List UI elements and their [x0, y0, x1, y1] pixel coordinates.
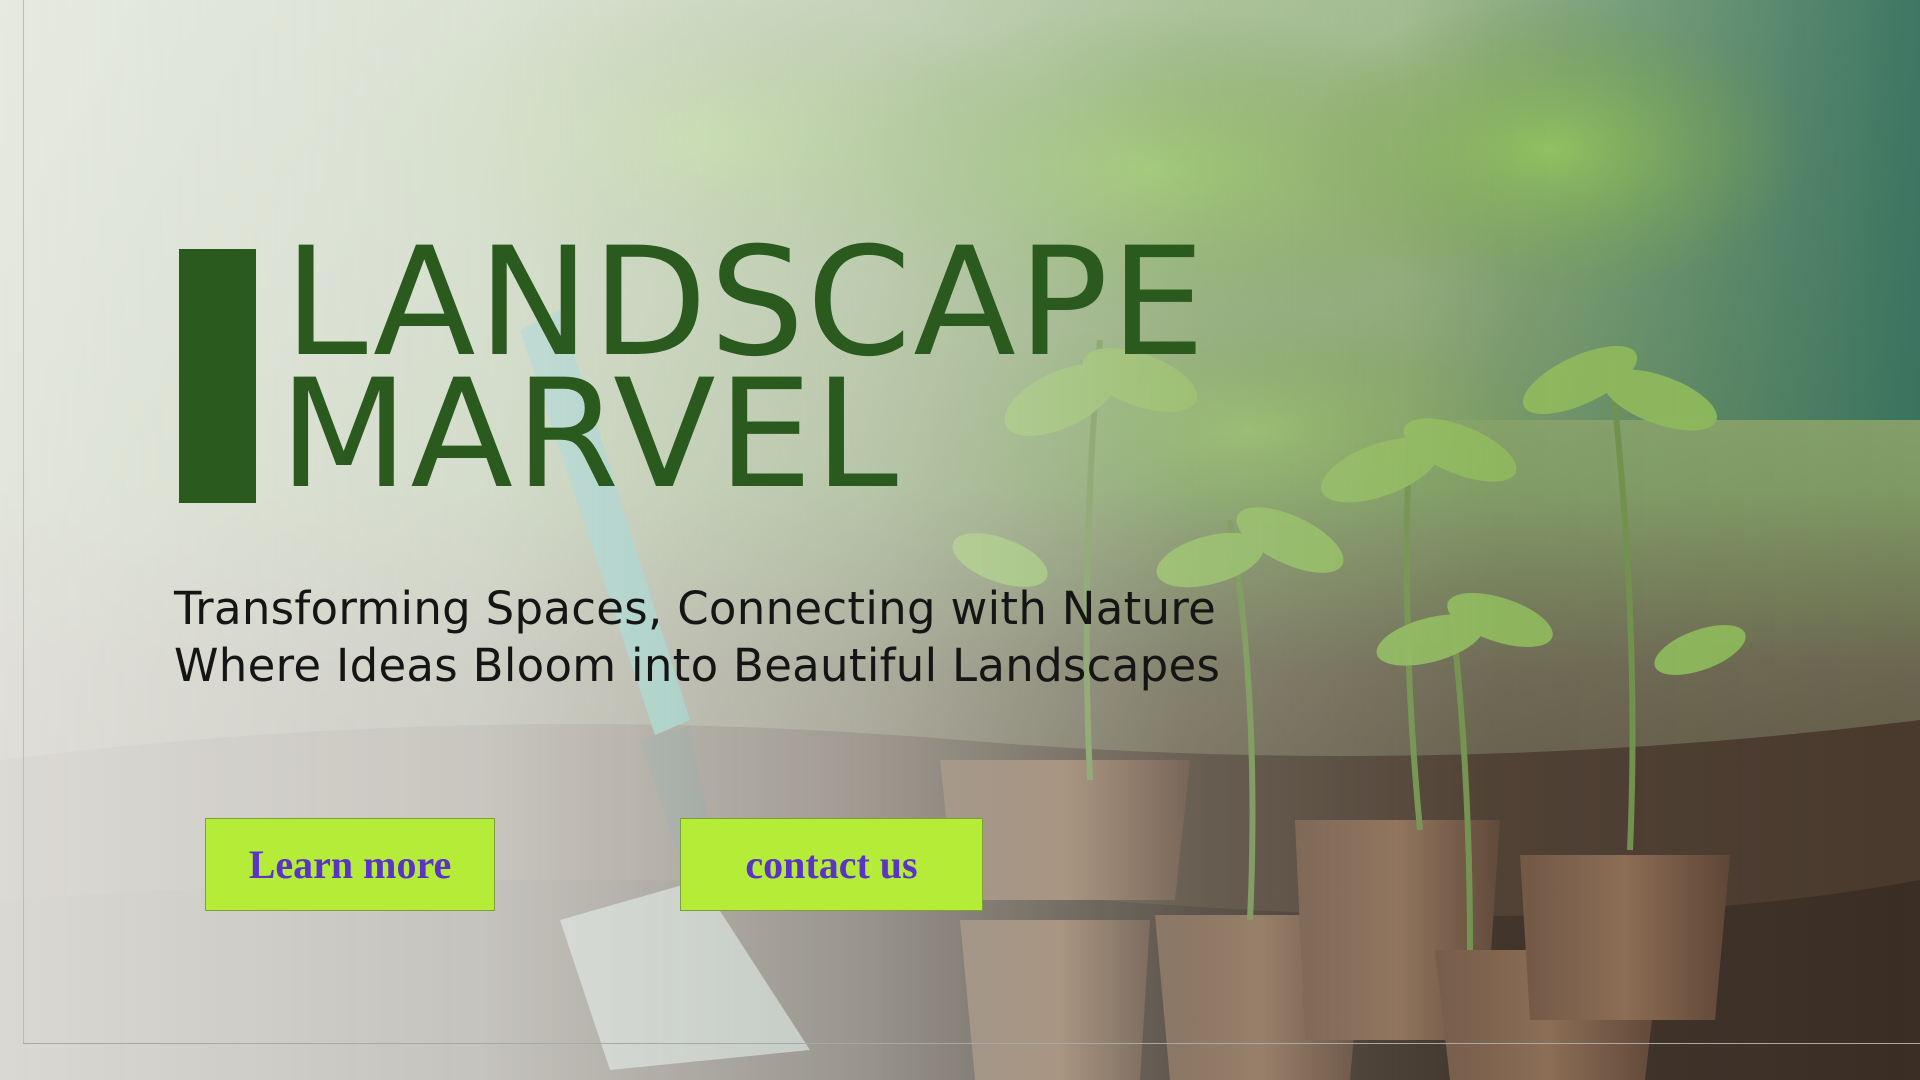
- learn-more-button[interactable]: Learn more: [205, 818, 495, 911]
- hero-tagline-line-1: Transforming Spaces, Connecting with Nat…: [174, 582, 1217, 635]
- hero-tagline-line-2: Where Ideas Bloom into Beautiful Landsca…: [174, 639, 1221, 692]
- frame-border-left: [23, 0, 24, 1043]
- contact-us-button[interactable]: contact us: [680, 818, 983, 911]
- frame-border-bottom: [23, 1043, 1920, 1044]
- title-accent-bar: [179, 249, 256, 503]
- background-haze-overlay: [0, 0, 1920, 1080]
- hero-title-line-2: MARVEL: [279, 348, 901, 522]
